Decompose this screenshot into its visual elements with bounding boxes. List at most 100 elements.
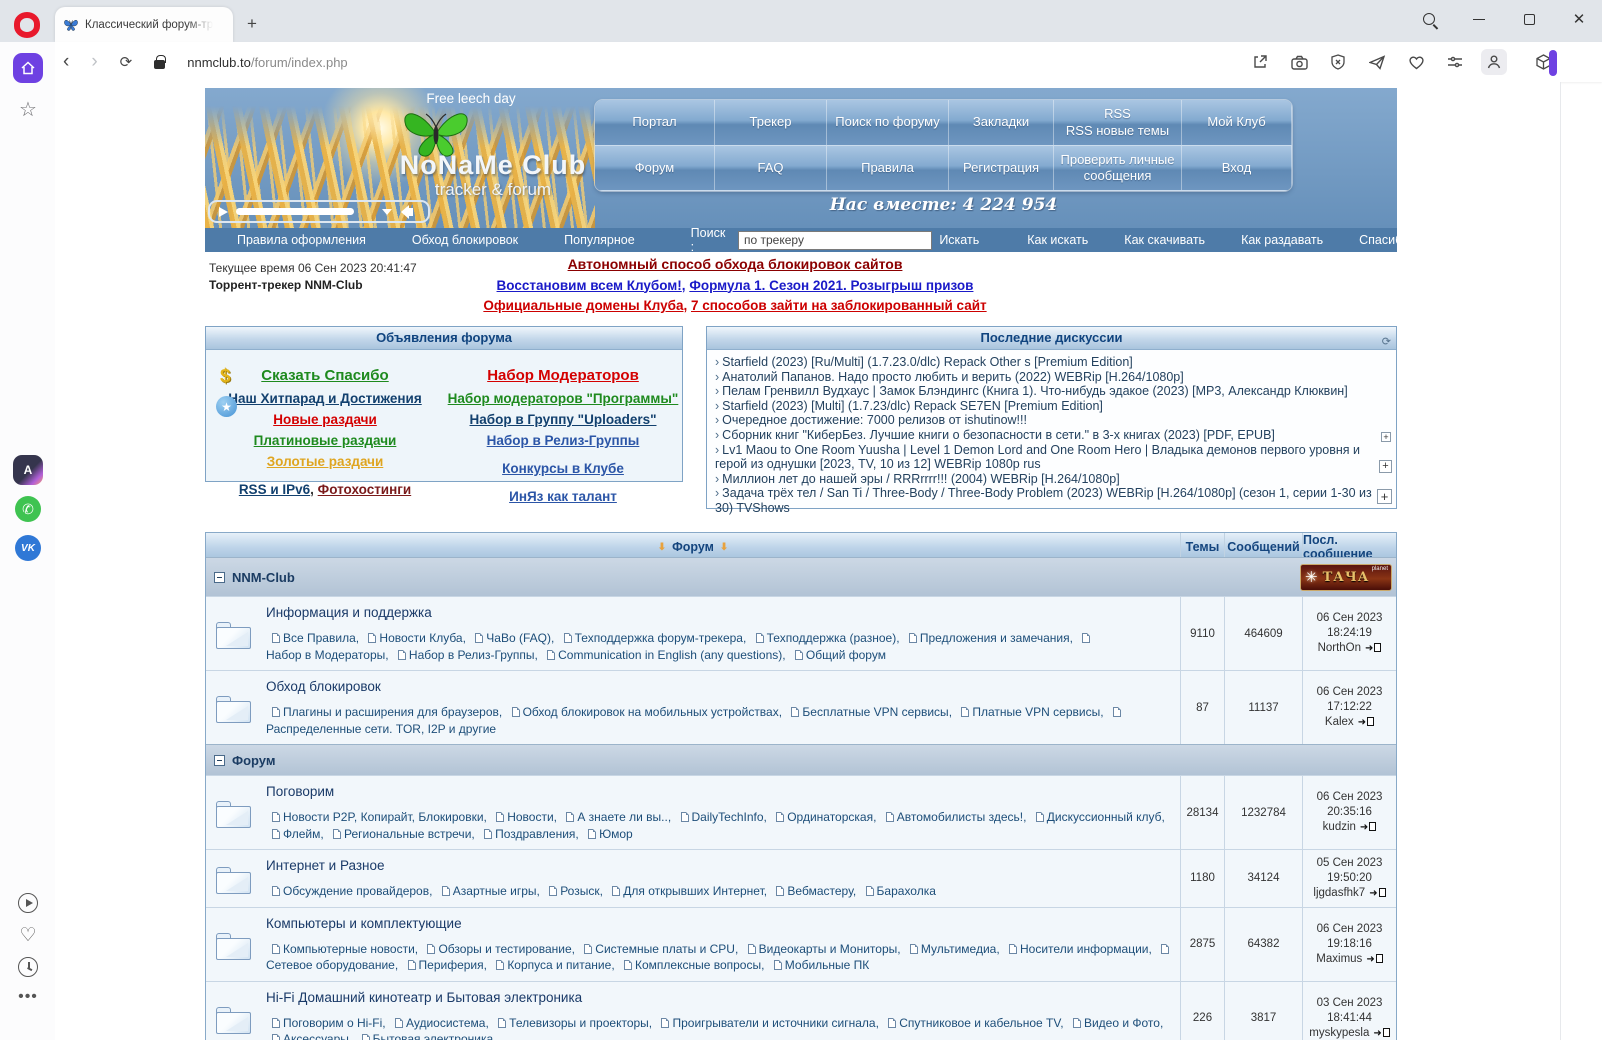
subforum-link[interactable]: Техподдержка форум-трекера xyxy=(575,631,743,645)
forum-title-link[interactable]: Hi-Fi Домашний кинотеатр и Бытовая элект… xyxy=(266,990,582,1005)
announcement-link[interactable]: Наш Хитпарад и Достижения xyxy=(228,391,421,406)
nav-item-bottom-5[interactable]: Вход xyxy=(1182,146,1292,191)
subforum-link[interactable]: Communication in English (any questions) xyxy=(558,648,782,662)
subforum-link[interactable]: ЧаВо (FAQ) xyxy=(486,631,551,645)
page-settings-button[interactable] xyxy=(1442,49,1468,75)
notice-link[interactable]: Восстановим всем Клубом! xyxy=(497,278,682,293)
discussion-item[interactable]: › Lv1 Maou to One Room Yuusha | Level 1 D… xyxy=(715,443,1374,472)
subforum-link[interactable]: А знаете ли вы.. xyxy=(577,810,668,824)
goto-post-icon[interactable]: ➜ xyxy=(1373,1026,1390,1040)
subforum-link[interactable]: Общий форум xyxy=(806,648,886,662)
bookmarks-button[interactable]: ☆ xyxy=(13,94,43,124)
player-button[interactable] xyxy=(13,888,43,918)
nav-item-top-1[interactable]: Трекер xyxy=(715,100,827,146)
play-button[interactable] xyxy=(219,206,228,217)
subforum-link[interactable]: Комплексные вопросы xyxy=(635,958,761,972)
expand-plus-icon[interactable]: + xyxy=(1379,460,1392,473)
lock-icon[interactable] xyxy=(154,55,166,69)
announcement-link[interactable]: Сказать Спасибо xyxy=(261,367,388,384)
nav-item-bottom-1[interactable]: FAQ xyxy=(715,146,827,191)
subforum-link[interactable]: Сетевое оборудование xyxy=(266,958,395,972)
expand-plus-icon[interactable]: + xyxy=(1381,432,1391,442)
share-page-button[interactable] xyxy=(1247,49,1273,75)
minimize-button[interactable] xyxy=(1466,6,1492,32)
discussion-item[interactable]: › Анатолий Папанов. Надо просто любить и … xyxy=(715,370,1374,385)
snapshot-button[interactable] xyxy=(1286,49,1312,75)
nav-item-top-5[interactable]: Мой Клуб xyxy=(1182,100,1292,146)
subforum-link[interactable]: Флейм xyxy=(283,827,320,841)
announcement-link[interactable]: RSS и IPv6 xyxy=(239,482,310,497)
nav-item-top-3[interactable]: Закладки xyxy=(949,100,1054,146)
reload-button[interactable]: ⟳ xyxy=(120,53,133,71)
subforum-link[interactable]: Периферия xyxy=(419,958,484,972)
nav-item-top-4[interactable]: RSS RSS новые темы xyxy=(1054,100,1182,146)
announcement-link[interactable]: Золотые раздачи xyxy=(267,454,384,469)
nav-item-bottom-3[interactable]: Регистрация xyxy=(949,146,1054,191)
subforum-link[interactable]: Набор в Модераторы xyxy=(266,648,385,662)
nav-item-bottom-2[interactable]: Правила xyxy=(827,146,949,191)
subforum-link[interactable]: Компьютерные новости xyxy=(283,942,415,956)
last-post-user[interactable]: Maximus xyxy=(1316,953,1362,965)
nav-item-bottom-4[interactable]: Проверить личные сообщения xyxy=(1054,146,1182,191)
browser-tab[interactable]: Классический форум-тр xyxy=(55,7,233,42)
forum-title-link[interactable]: Информация и поддержка xyxy=(266,605,432,620)
close-button[interactable]: ✕ xyxy=(1566,6,1592,32)
subforum-link[interactable]: Телевизоры и проекторы xyxy=(509,1016,649,1030)
subforum-link[interactable]: Техподдержка (разное) xyxy=(767,631,897,645)
subforum-link[interactable]: Новости Клуба xyxy=(379,631,462,645)
subforum-link[interactable]: Аксессуары xyxy=(283,1032,349,1040)
menu-item-0[interactable]: Правила оформления xyxy=(237,233,366,247)
subforum-link[interactable]: Региональные встречи xyxy=(344,827,471,841)
subforum-link[interactable]: Бытовая электроника xyxy=(373,1032,494,1040)
section-title[interactable]: NNM-Club xyxy=(232,570,295,585)
menu-help-item-3[interactable]: Спасибо! xyxy=(1359,233,1413,247)
subforum-link[interactable]: Обзоры и тестирование xyxy=(438,942,571,956)
search-tabs-button[interactable] xyxy=(1416,6,1442,32)
subforum-link[interactable]: Распределенные сети. TOR, I2P и другие xyxy=(266,722,496,736)
subforum-link[interactable]: Проигрыватели и источники сигнала xyxy=(672,1016,875,1030)
subforum-link[interactable]: Новости xyxy=(507,810,553,824)
subforum-link[interactable]: Платные VPN сервисы xyxy=(972,705,1100,719)
menu-item-2[interactable]: Популярное xyxy=(564,233,635,247)
discussion-item[interactable]: › Сборник книг "КиберБез. Лучшие книги о … xyxy=(715,428,1374,443)
subforum-link[interactable]: Розыск xyxy=(560,884,599,898)
discussion-item[interactable]: › Starfield (2023) [Ru/Multi] (1.7.23.0/d… xyxy=(715,355,1374,370)
notice-link[interactable]: Формула 1. Сезон 2021. Розыгрыш призов xyxy=(689,278,973,293)
goto-post-icon[interactable]: ➜ xyxy=(1365,641,1382,656)
vk-button[interactable]: VK xyxy=(13,533,43,563)
forum-title-link[interactable]: Интернет и Разное xyxy=(266,858,385,873)
subforum-link[interactable]: Предложения и замечания xyxy=(920,631,1070,645)
announcement-link[interactable]: Платиновые раздачи xyxy=(254,433,397,448)
subforum-link[interactable]: Видеокарты и Мониторы xyxy=(759,942,898,956)
forum-title-link[interactable]: Компьютеры и комплектующие xyxy=(266,916,462,931)
announcement-link[interactable]: Фотохостинги xyxy=(318,482,412,497)
announcement-link[interactable]: Новые раздачи xyxy=(273,412,377,427)
bookmark-heart-button[interactable] xyxy=(1403,49,1429,75)
notice-link[interactable]: Официальные домены Клуба xyxy=(483,298,683,313)
menu-help-item-2[interactable]: Как раздавать xyxy=(1241,233,1323,247)
nav-item-bottom-0[interactable]: Форум xyxy=(595,146,715,191)
aria-ai-button[interactable]: A xyxy=(13,455,43,485)
announcement-link[interactable]: Конкурсы в Клубе xyxy=(502,461,624,476)
announcement-link[interactable]: Набор в Релиз-Группы xyxy=(487,433,640,448)
subforum-link[interactable]: Бесплатные VPN сервисы xyxy=(802,705,948,719)
speed-dial-button[interactable] xyxy=(13,53,43,83)
subforum-link[interactable]: Ординаторская xyxy=(787,810,873,824)
subforum-link[interactable]: Автомобилисты здесь! xyxy=(897,810,1023,824)
discussion-item[interactable]: › Пелам Гренвилл Вудхаус | Замок Блэндинг… xyxy=(715,384,1374,399)
goto-post-icon[interactable]: ➜ xyxy=(1358,715,1375,730)
subforum-link[interactable]: Для открывших Интернет xyxy=(623,884,763,898)
url-text[interactable]: nnmclub.to/forum/index.php xyxy=(187,55,347,70)
subforum-link[interactable]: Видео и Фото xyxy=(1084,1016,1160,1030)
maximize-button[interactable] xyxy=(1516,6,1542,32)
collapse-icon[interactable] xyxy=(214,754,225,766)
subforum-link[interactable]: Дискуссионный клуб xyxy=(1047,810,1162,824)
chevron-down-icon[interactable] xyxy=(382,208,392,215)
subforum-link[interactable]: Системные платы и CPU xyxy=(595,942,735,956)
subforum-link[interactable]: Спутниковое и кабельное TV xyxy=(899,1016,1060,1030)
last-post-user[interactable]: NorthOn xyxy=(1318,642,1361,654)
subforum-link[interactable]: Вебмастеру xyxy=(787,884,852,898)
last-post-user[interactable]: ljgdasfhk7 xyxy=(1313,887,1365,899)
notice-link[interactable]: Автономный способ обхода блокировок сайт… xyxy=(568,256,903,272)
search-submit-button[interactable]: Искать xyxy=(939,233,979,247)
